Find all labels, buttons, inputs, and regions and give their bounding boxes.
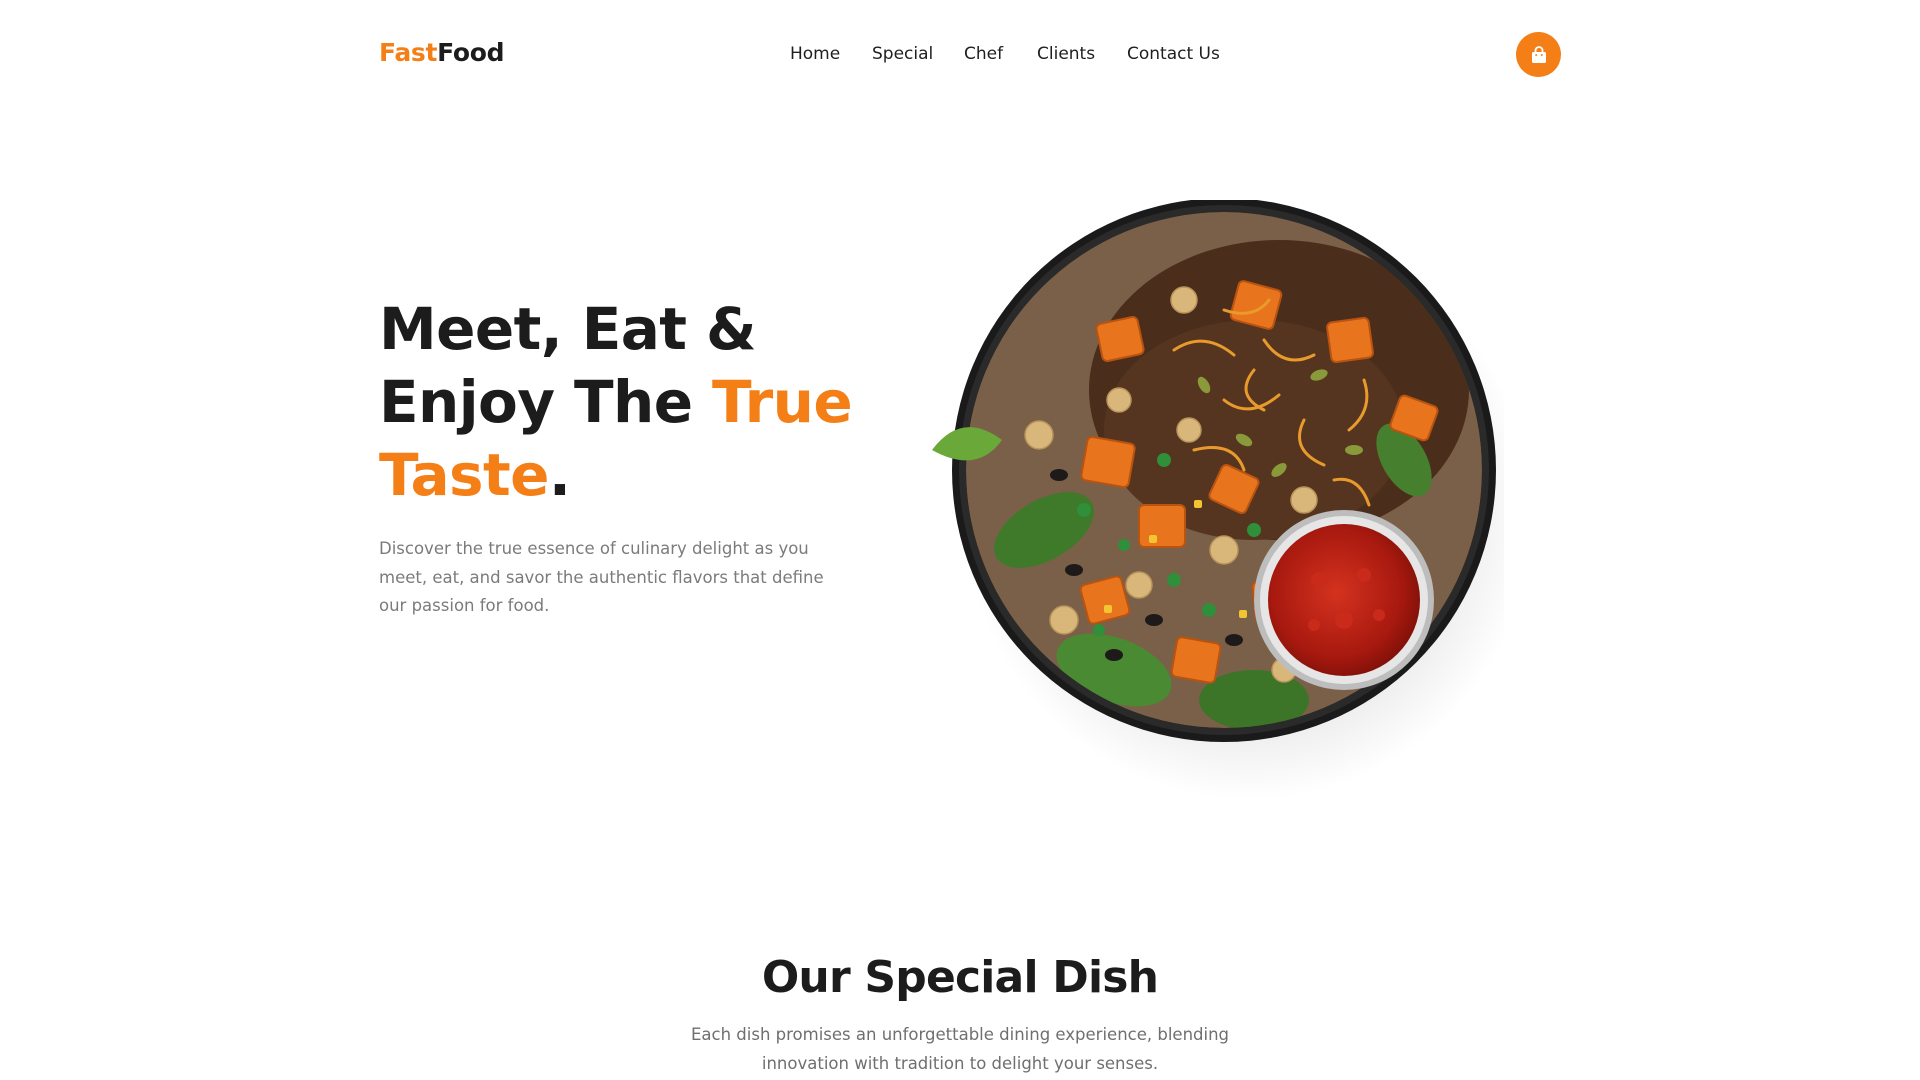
shopping-bag-icon: [1531, 45, 1546, 63]
nav-special[interactable]: Special: [872, 44, 933, 64]
special-section-description: Each dish promises an unforgettable dini…: [690, 1025, 1230, 1073]
cart-button[interactable]: [1516, 32, 1561, 77]
food-bowl-illustration: [932, 198, 1534, 800]
hero-title: Meet, Eat & Enjoy The True Taste.: [379, 293, 899, 512]
hero-title-accent-true: True: [712, 368, 853, 436]
nav-contact-us[interactable]: Contact Us: [1127, 44, 1220, 64]
special-section-title: Our Special Dish: [761, 952, 1159, 1003]
nav-home[interactable]: Home: [790, 44, 840, 64]
hero-description: Discover the true essence of culinary de…: [379, 539, 824, 615]
hero-title-period: .: [548, 441, 571, 509]
main-nav: Home Special Chef Clients Contact Us: [0, 44, 1920, 66]
hero-title-line2: Enjoy The: [379, 368, 713, 436]
nav-chef[interactable]: Chef: [964, 44, 1003, 64]
site-header: FastFood Home Special Chef Clients Conta…: [0, 0, 1920, 110]
hero-title-line1: Meet, Eat &: [379, 295, 757, 363]
hero-title-accent-taste: Taste: [379, 441, 549, 509]
nav-clients[interactable]: Clients: [1037, 44, 1095, 64]
hero-food-bowl-image: [924, 198, 1534, 800]
